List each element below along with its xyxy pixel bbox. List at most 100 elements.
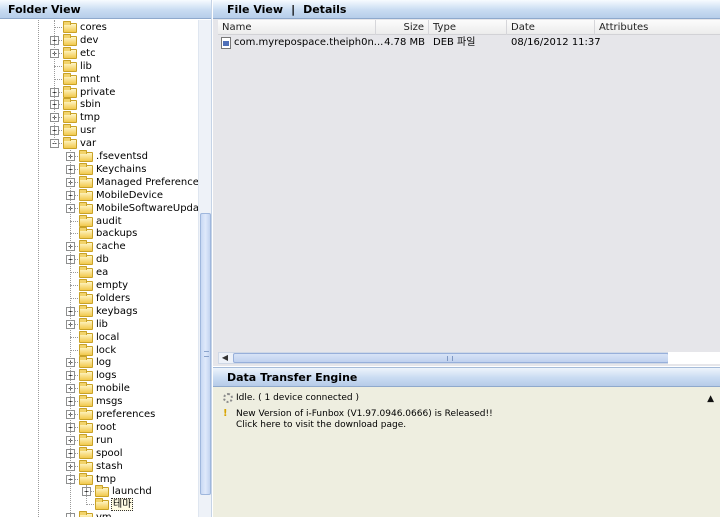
scroll-up-icon[interactable]: ▲ — [707, 394, 714, 404]
tree-item[interactable]: + MobileSoftwareUpdate — [0, 201, 198, 215]
folder-icon — [63, 137, 77, 150]
tree-item[interactable]: ea — [0, 266, 198, 279]
folder-icon — [79, 253, 93, 266]
scroll-left-icon[interactable]: ◀ — [219, 353, 231, 363]
tree-item-label: empty — [96, 280, 129, 291]
view-mode-details[interactable]: Details — [303, 3, 346, 16]
tree-item[interactable]: − tmp — [0, 472, 198, 486]
folder-tree-scrollbar[interactable] — [198, 20, 211, 517]
tree-item-label: backups — [96, 228, 138, 240]
idle-spinner-icon — [223, 393, 233, 403]
tree-item[interactable]: backups — [0, 227, 198, 240]
tree-item-label: etc — [80, 47, 96, 59]
folder-icon — [79, 382, 93, 395]
folder-icon — [79, 279, 93, 291]
column-type[interactable]: Type — [429, 20, 507, 35]
tree-item[interactable]: + cache — [0, 240, 198, 253]
tree-item-label: audit — [96, 215, 122, 227]
scroll-grip-icon — [447, 356, 453, 361]
file-view-pane: File View | Details Name Size Type Date At… — [213, 0, 720, 366]
deb-file-icon — [221, 37, 231, 49]
tree-item[interactable]: + log — [0, 356, 198, 369]
folder-icon — [79, 227, 93, 240]
tree-item[interactable]: audit — [0, 214, 198, 228]
download-link-text[interactable]: Click here to visit the download page. — [236, 419, 406, 431]
folder-icon — [79, 304, 93, 317]
tree-item[interactable]: + launchd — [0, 485, 198, 498]
tree-item[interactable]: lock — [0, 343, 198, 357]
tree-item[interactable]: +vm — [0, 511, 198, 517]
folder-icon — [63, 21, 77, 33]
tree-item-label: stash — [96, 460, 123, 472]
tree-item[interactable]: lib — [0, 59, 198, 73]
folder-icon — [95, 498, 109, 511]
folder-icon — [79, 472, 93, 485]
tree-guide-line — [86, 485, 87, 506]
tree-item[interactable]: + keybags — [0, 304, 198, 318]
tree-item[interactable]: + spool — [0, 446, 198, 460]
scroll-grip-icon — [204, 351, 209, 357]
folder-icon — [79, 214, 93, 227]
tree-item[interactable]: empty — [0, 279, 198, 292]
column-date[interactable]: Date — [507, 20, 595, 35]
tree-item-label: mnt — [80, 73, 100, 85]
tree-item[interactable]: cores — [0, 21, 198, 34]
folder-icon — [79, 175, 93, 188]
tree-item-label: dev — [80, 34, 99, 46]
tree-item[interactable]: + dev — [0, 33, 198, 47]
tree-item-label: cores — [80, 22, 107, 33]
column-attributes[interactable]: Attributes — [595, 20, 720, 35]
tree-item[interactable]: + root — [0, 420, 198, 434]
tree-item-label: usr — [80, 125, 96, 137]
tree-item[interactable]: + MobileDevice — [0, 188, 198, 202]
tree-item-label: MobileDevice — [96, 189, 164, 201]
column-name[interactable]: Name — [218, 20, 376, 35]
tree-connector — [70, 220, 78, 222]
file-date: 08/16/2012 11:37 — [511, 37, 601, 48]
folder-icon — [79, 356, 93, 369]
folder-icon — [79, 291, 93, 304]
tree-item[interactable]: folders — [0, 291, 198, 305]
tree-item-label: launchd — [112, 486, 152, 498]
tree-item-label: tmp — [80, 112, 101, 124]
tree-item[interactable]: + sbin — [0, 98, 198, 111]
tree-item[interactable]: mnt — [0, 72, 198, 86]
tree-item[interactable]: + run — [0, 433, 198, 447]
tree-item[interactable]: − var — [0, 137, 198, 150]
tree-item-label: log — [96, 357, 112, 369]
file-list-hscrollbar[interactable]: ◀ — [218, 352, 670, 364]
folder-icon — [63, 124, 77, 137]
tree-item[interactable]: + tmp — [0, 111, 198, 124]
tree-connector — [54, 27, 62, 28]
tree-item[interactable]: + preferences — [0, 408, 198, 421]
tree-item-label: run — [96, 434, 113, 446]
header-separator: | — [291, 3, 296, 16]
tree-item[interactable]: + Managed Preferences — [0, 175, 198, 189]
tree-item[interactable]: + private — [0, 85, 198, 99]
file-list-hscroll-thumb[interactable] — [233, 353, 669, 363]
tree-item[interactable]: local — [0, 330, 198, 344]
data-transfer-engine-pane: Data Transfer Engine ▲ Idle. ( 1 device … — [213, 367, 720, 517]
file-row[interactable]: com.myrepospace.theiph0n... 4.78 MB DEB … — [218, 36, 720, 50]
tree-item[interactable]: + mobile — [0, 382, 198, 395]
tree-item[interactable]: + msgs — [0, 395, 198, 408]
tree-item[interactable]: + logs — [0, 369, 198, 382]
tree-item-label: msgs — [96, 396, 123, 408]
tree-item[interactable]: 테마 — [0, 498, 198, 512]
tree-item[interactable]: + usr — [0, 124, 198, 137]
folder-icon — [79, 162, 93, 175]
folder-tree-scroll-thumb[interactable] — [200, 213, 211, 495]
tree-item[interactable]: + db — [0, 253, 198, 266]
tree-item[interactable]: + lib — [0, 317, 198, 331]
tree-item[interactable]: + etc — [0, 46, 198, 60]
tree-item-label: sbin — [80, 99, 101, 111]
tree-connector — [86, 504, 94, 506]
warning-icon: ! — [223, 408, 228, 419]
tree-item[interactable]: + Keychains — [0, 162, 198, 176]
tree-item[interactable]: + stash — [0, 459, 198, 473]
file-view-title: File View — [227, 3, 284, 16]
column-size[interactable]: Size — [376, 20, 429, 35]
tree-item-label: .fseventsd — [96, 151, 148, 162]
data-transfer-engine-title: Data Transfer Engine — [213, 368, 720, 387]
tree-item[interactable]: + .fseventsd — [0, 150, 198, 163]
